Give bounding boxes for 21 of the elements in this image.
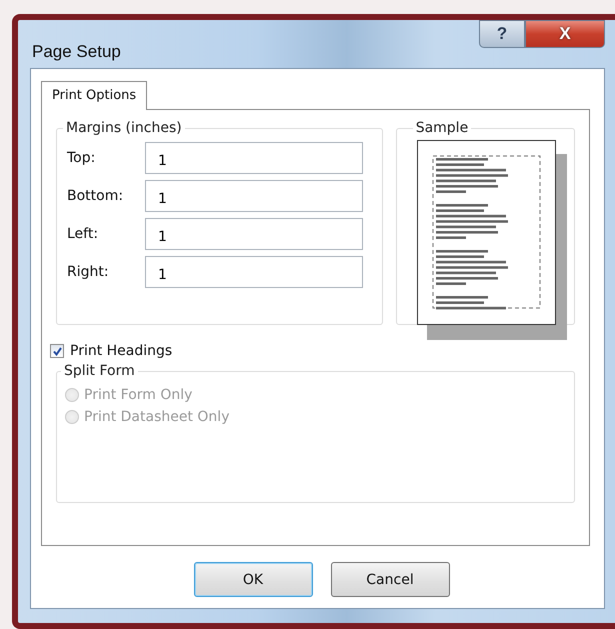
- checkbox-label: Print Headings: [70, 343, 172, 359]
- tab[interactable]: Print Options: [41, 81, 148, 110]
- input-field[interactable]: 1: [145, 142, 363, 174]
- group-title: Sample: [414, 120, 470, 136]
- radio-label: Print Datasheet Only: [84, 409, 230, 425]
- field-label: Left:: [67, 226, 100, 242]
- help-button[interactable]: ?: [479, 20, 525, 48]
- checkbox[interactable]: [50, 344, 64, 358]
- window-title: Page Setup: [32, 42, 121, 62]
- input-field[interactable]: 1: [145, 256, 363, 288]
- input-field[interactable]: 1: [145, 180, 363, 212]
- field-label: Bottom:: [67, 188, 124, 204]
- cancel-button[interactable]: Cancel: [330, 562, 450, 597]
- group-title: Margins (inches): [65, 120, 183, 136]
- field-label: Top:: [67, 150, 96, 166]
- input-field[interactable]: 1: [145, 218, 363, 250]
- close-button[interactable]: X: [525, 20, 605, 48]
- ok-button[interactable]: OK: [194, 562, 312, 597]
- group-title: Split Form: [63, 363, 136, 379]
- radio-label: Print Form Only: [84, 387, 192, 403]
- field-label: Right:: [67, 264, 110, 280]
